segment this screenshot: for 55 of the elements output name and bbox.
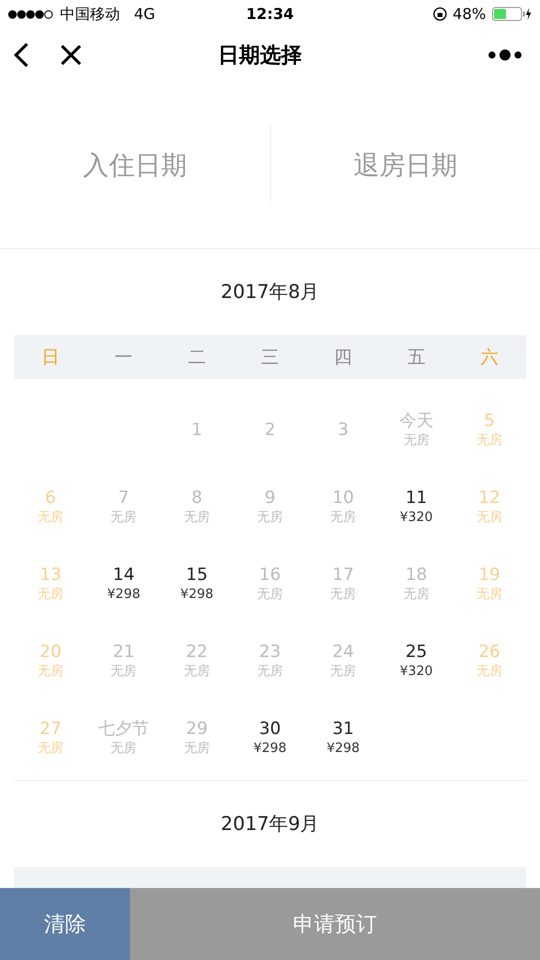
more-button[interactable] [488,49,522,61]
status-time: 12:34 [246,5,294,23]
close-button[interactable] [60,44,82,66]
weekday-label: 一 [114,346,134,369]
calendar-day[interactable]: 15 ¥298 [160,545,234,622]
calendar-day[interactable]: 3 [306,391,380,468]
month-title: 2017年8月 [220,280,320,305]
calendar-day[interactable]: 18 无房 [380,545,453,622]
calendar-day[interactable]: 22 无房 [160,622,234,699]
calendar-day[interactable]: 16 无房 [233,545,307,622]
carrier-name: 中国移动 [60,4,120,24]
calendar-day[interactable]: 19 无房 [452,545,526,622]
calendar-day[interactable]: 30 ¥298 [233,699,307,776]
calendar-day[interactable]: 12 无房 [452,468,526,545]
clear-button[interactable]: 清除 [0,888,130,960]
calendar-day[interactable]: 27 无房 [14,699,88,776]
calendar-day[interactable]: 17 无房 [306,545,380,622]
calendar-day[interactable]: 20 无房 [14,622,88,699]
calendar-day[interactable]: 9 无房 [233,468,307,545]
calendar-day[interactable]: 1 [160,391,234,468]
signal-icon [8,10,54,18]
calendar-day[interactable]: 29 无房 [160,699,234,776]
network-type: 4G [134,5,156,23]
weekday-label: 六 [479,346,500,369]
calendar-day[interactable]: 23 无房 [233,622,307,699]
request-booking-button[interactable]: 申请预订 [130,888,540,960]
calendar-day[interactable]: 13 无房 [14,545,88,622]
calendar-day[interactable]: 5 无房 [452,391,526,468]
weekday-label: 五 [406,346,426,369]
page-title: 日期选择 [218,42,302,69]
calendar-day[interactable]: 14 ¥298 [87,545,160,622]
battery-percent: 48% [452,5,486,23]
calendar-day[interactable]: 24 无房 [306,622,380,699]
calendar-day[interactable]: 6 无房 [14,468,88,545]
checkout-date-field[interactable]: 退房日期 [270,125,540,205]
month-title: 2017年9月 [220,812,320,837]
calendar-day[interactable]: 7 无房 [87,468,160,545]
back-button[interactable] [12,42,30,68]
calendar-day[interactable]: 10 无房 [306,468,380,545]
calendar-day[interactable]: 21 无房 [87,622,160,699]
weekday-label: 日 [40,346,61,369]
calendar-day[interactable]: 2 [233,391,307,468]
calendar-day[interactable]: 11 ¥320 [380,468,453,545]
battery-icon [492,7,532,21]
weekday-label: 四 [333,346,354,369]
calendar-day[interactable]: 26 无房 [452,622,526,699]
checkin-date-field[interactable]: 入住日期 [0,125,270,205]
calendar-day[interactable]: 31 ¥298 [306,699,380,776]
weekday-label: 三 [260,346,280,369]
weekday-label: 二 [186,346,207,369]
calendar-day[interactable]: 8 无房 [160,468,234,545]
calendar-day[interactable]: 25 ¥320 [380,622,453,699]
calendar-day[interactable]: 今天 无房 [380,391,453,468]
calendar-day[interactable]: 七夕节 无房 [87,699,160,776]
rotation-lock-icon [432,7,447,21]
